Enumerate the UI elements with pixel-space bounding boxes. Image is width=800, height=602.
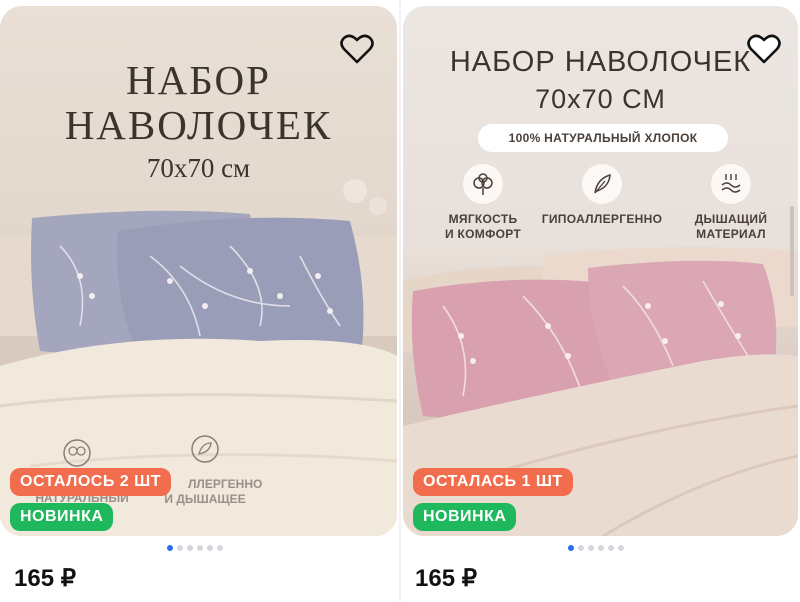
carousel-dot <box>177 545 183 551</box>
cotton-icon <box>63 439 91 467</box>
new-badge: НОВИНКА <box>413 503 517 531</box>
feather-icon <box>582 164 622 204</box>
price: 165 ₽ <box>415 565 477 592</box>
product-image-1[interactable]: НАБОР НАВОЛОЧЕК 70х70 см НАТУРАЛЬНЫЙ ЛЛЕ… <box>0 6 397 536</box>
feature-hypoallergenic: ГИПОАЛЛЕРГЕННО <box>539 164 665 227</box>
feature-breathable: ДЫШАЩИЙ МАТЕРИАЛ <box>671 164 791 242</box>
title-size: 70х70 см <box>146 153 251 183</box>
material-pill: 100% НАТУРАЛЬНЫЙ ХЛОПОК <box>478 124 728 152</box>
title-line-2: НАВОЛОЧЕК <box>64 102 333 148</box>
heart-icon <box>340 34 374 64</box>
feature-label: МЯГКОСТЬ И КОМФОРТ <box>444 212 522 241</box>
stock-badge: ОСТАЛОСЬ 2 ШТ <box>10 468 171 496</box>
carousel-dot <box>588 545 594 551</box>
product-card-1[interactable]: НАБОР НАВОЛОЧЕК 70х70 см НАТУРАЛЬНЫЙ ЛЛЕ… <box>0 0 399 602</box>
carousel-dot-active <box>167 545 173 551</box>
carousel-dot <box>578 545 584 551</box>
carousel-dot <box>598 545 604 551</box>
stock-badge: ОСТАЛАСЬ 1 ШТ <box>413 468 573 496</box>
carousel-dot <box>207 545 213 551</box>
carousel-dot <box>217 545 223 551</box>
carousel-dot <box>187 545 193 551</box>
feature-label: ГИПОАЛЛЕРГЕННО <box>541 212 663 226</box>
carousel-indicator <box>0 545 399 553</box>
heart-icon <box>747 34 781 64</box>
carousel-indicator <box>401 545 800 553</box>
price: 165 ₽ <box>14 565 76 592</box>
product-image-2[interactable]: НАБОР НАВОЛОЧЕК 70х70 СМ 100% НАТУРАЛЬНЫ… <box>403 6 798 536</box>
title-line-1: НАБОР НАВОЛОЧЕК <box>449 46 752 78</box>
carousel-dot <box>608 545 614 551</box>
cotton-icon <box>463 164 503 204</box>
breathable-icon <box>711 164 751 204</box>
feature-label: ДЫШАЩИЙ МАТЕРИАЛ <box>694 212 768 241</box>
carousel-dot <box>197 545 203 551</box>
product-card-2[interactable]: НАБОР НАВОЛОЧЕК 70х70 СМ 100% НАТУРАЛЬНЫ… <box>401 0 800 602</box>
title-size: 70х70 СМ <box>535 84 666 114</box>
carousel-dot <box>618 545 624 551</box>
feature-softness: МЯГКОСТЬ И КОМФОРТ <box>423 164 543 242</box>
favorite-button[interactable] <box>743 28 785 70</box>
feature-text-faint-2: ЛЛЕРГЕННО <box>188 477 263 491</box>
leaf-icon <box>191 435 219 463</box>
feature-text-faint-3: И ДЫШАЩЕЕ <box>164 492 246 506</box>
carousel-dot-active <box>568 545 574 551</box>
new-badge: НОВИНКА <box>10 503 114 531</box>
favorite-button[interactable] <box>336 28 378 70</box>
